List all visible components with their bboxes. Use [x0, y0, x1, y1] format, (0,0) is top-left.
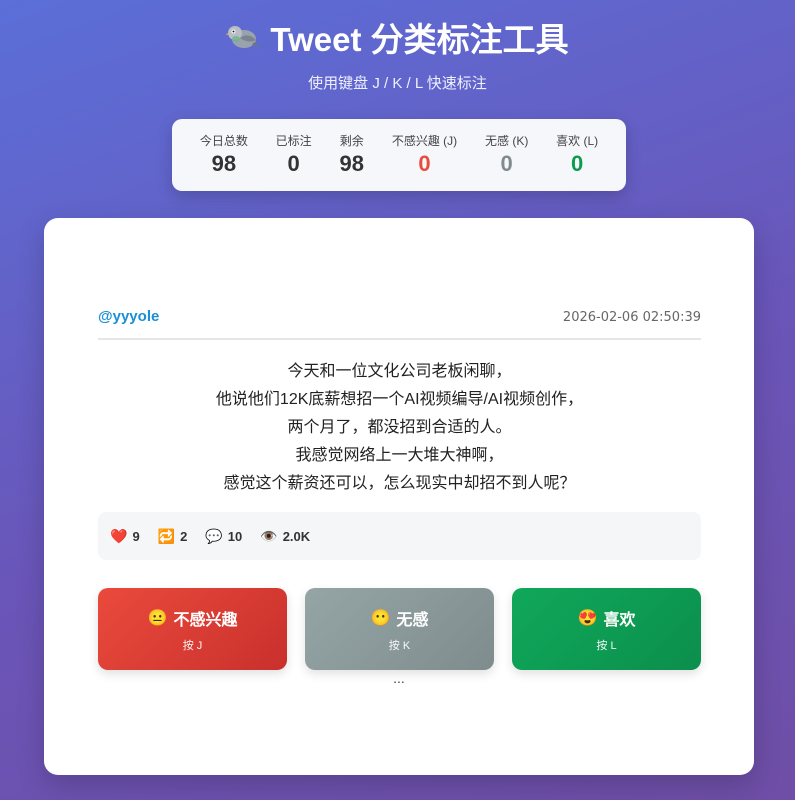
title-text: Tweet 分类标注工具: [270, 21, 569, 58]
neutral-face-icon: 😐: [147, 609, 168, 627]
metric-value: 2.0K: [282, 528, 311, 544]
stat-value: 0: [571, 151, 584, 176]
page-title: Tweet 分类标注工具: [0, 14, 795, 60]
tweet-author[interactable]: @yyyole: [98, 308, 159, 325]
metric-retweets: 🔁 2: [158, 528, 188, 545]
button-hint: 按 L: [596, 639, 617, 652]
tweet-line: 我感觉网络上一大堆大神啊，: [295, 447, 504, 464]
button-main: 😶 无感: [371, 606, 429, 630]
tweet-line: 他说他们12K底薪想招一个AI视频编导/AI视频创作，: [215, 391, 584, 408]
action-buttons: 😐 不感兴趣 按 J 😶 无感 按 K 😍 喜欢 按 L: [98, 588, 701, 670]
stat-value: 0: [287, 151, 300, 176]
button-label: 喜欢: [603, 611, 636, 629]
not-interested-button[interactable]: 😐 不感兴趣 按 J: [98, 588, 287, 670]
tweet-line: 两个月了，都没招到合适的人。: [287, 419, 512, 436]
button-hint: 按 J: [182, 639, 203, 652]
retweet-icon: 🔁: [157, 527, 176, 544]
stat-label: 今日总数: [199, 134, 248, 148]
tweet-card: @yyyole 2026-02-06 02:50:39 今天和一位文化公司老板闲…: [44, 218, 754, 775]
metric-replies: 💬 10: [205, 528, 242, 545]
stats-panel: 今日总数 98 已标注 0 剩余 98 不感兴趣 (J) 0 无感 (K) 0 …: [172, 119, 626, 191]
stat-value: 0: [500, 151, 513, 176]
eye-icon: 👁️: [260, 527, 278, 544]
stat-value: 98: [339, 151, 364, 176]
heart-icon: ❤️: [110, 527, 128, 544]
subtitle: 使用键盘 J / K / L 快速标注: [308, 75, 487, 92]
stat-not-interested: 不感兴趣 (J) 0: [392, 132, 457, 177]
tweet-meta: @yyyole 2026-02-06 02:50:39: [98, 308, 701, 340]
tweet-text: 今天和一位文化公司老板闲聊， 他说他们12K底薪想招一个AI视频编导/AI视频创…: [98, 358, 701, 498]
tweet-metrics: ❤️ 9 🔁 2 💬 10 👁️ 2.0K: [98, 512, 701, 560]
pigeon-icon: [226, 26, 261, 48]
stat-label: 不感兴趣 (J): [391, 134, 458, 148]
button-main: 😍 喜欢: [578, 606, 636, 630]
stat-like: 喜欢 (L) 0: [556, 132, 598, 177]
stat-label: 无感 (K): [484, 134, 529, 148]
button-hint: 按 K: [388, 639, 411, 652]
stat-total: 今日总数 98: [200, 132, 248, 177]
stat-value: 98: [211, 151, 237, 176]
header: Tweet 分类标注工具 使用键盘 J / K / L 快速标注: [0, 14, 795, 93]
stat-label: 喜欢 (L): [556, 134, 599, 148]
metric-views: 👁️ 2.0K: [260, 528, 310, 545]
speech-bubble-icon: 💬: [205, 527, 223, 544]
button-label: 不感兴趣: [173, 611, 238, 629]
stat-value: 0: [418, 151, 431, 176]
metric-value: 10: [227, 528, 243, 544]
tweet-line: 今天和一位文化公司老板闲聊，: [287, 363, 512, 380]
loading-indicator: ...: [393, 670, 405, 686]
stat-neutral: 无感 (K) 0: [485, 132, 528, 177]
metric-likes: ❤️ 9: [110, 528, 140, 545]
stat-label: 已标注: [275, 134, 312, 148]
tweet-timestamp: 2026-02-06 02:50:39: [562, 310, 701, 325]
metric-value: 2: [180, 528, 188, 544]
tweet-line: 感觉这个薪资还可以，怎么现实中却招不到人呢？: [223, 475, 576, 492]
button-label: 无感: [396, 611, 429, 629]
stat-label: 剩余: [339, 134, 364, 148]
metric-value: 9: [132, 528, 140, 544]
stat-remaining: 剩余 98: [340, 132, 364, 177]
button-main: 😐 不感兴趣: [148, 606, 238, 630]
stat-labeled: 已标注 0: [276, 132, 312, 177]
heart-eyes-face-icon: 😍: [577, 609, 598, 627]
like-button[interactable]: 😍 喜欢 按 L: [512, 588, 701, 670]
no-mouth-face-icon: 😶: [370, 609, 391, 627]
neutral-button[interactable]: 😶 无感 按 K: [305, 588, 494, 670]
